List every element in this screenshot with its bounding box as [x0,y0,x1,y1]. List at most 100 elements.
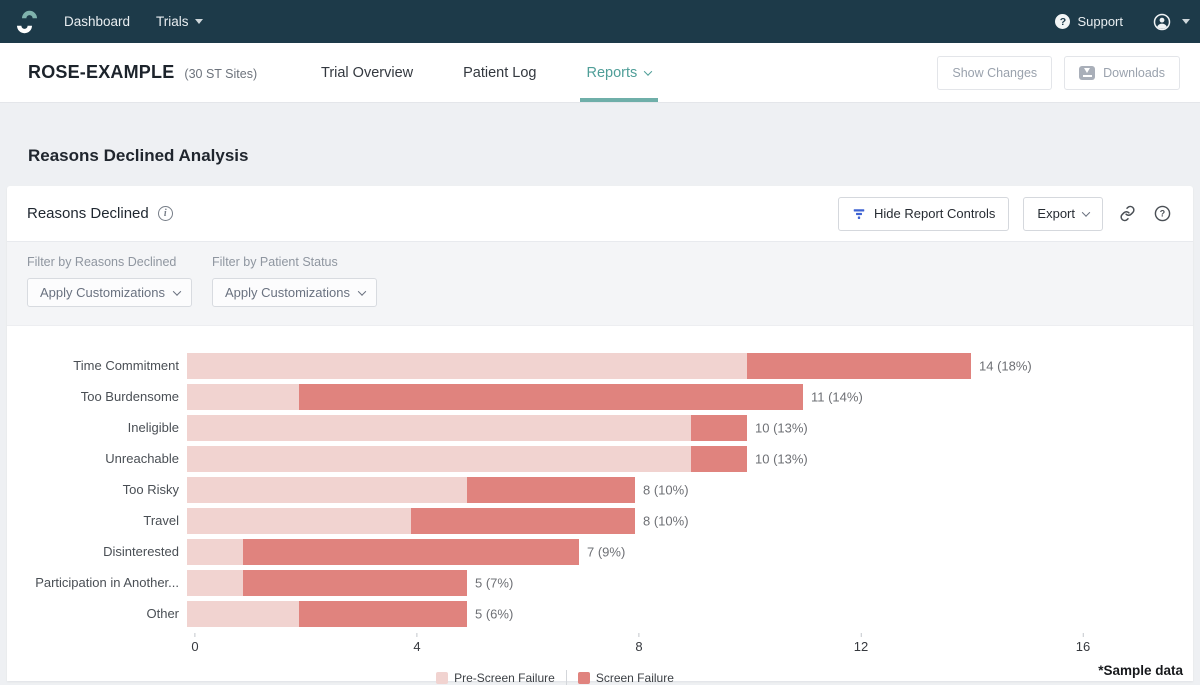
question-circle-icon: ? [1154,205,1171,222]
bar-segment-screen-failure[interactable] [243,539,579,565]
chart-row: Ineligible10 (13%) [27,412,1083,443]
nav-trials[interactable]: Trials [156,14,203,29]
tab-patient-log[interactable]: Patient Log [456,43,543,102]
page-title: Reasons Declined Analysis [28,146,1200,166]
legend-divider [566,670,567,685]
nav-support[interactable]: ? Support [1055,14,1123,29]
legend-swatch [578,672,590,684]
legend-label: Pre-Screen Failure [454,671,555,685]
chart-row: Unreachable 10 (13%) [27,443,1083,474]
tick-mark [194,633,195,637]
filter-label: Filter by Patient Status [212,255,377,269]
nav-dashboard-label: Dashboard [64,14,130,29]
bar-segment-pre-screen-failure[interactable] [187,570,243,596]
chart-legend: Pre-Screen Failure Screen Failure [27,670,1083,685]
caret-down-icon [195,19,203,24]
legend-swatch [436,672,448,684]
bar-track: 11 (14%) [187,384,1083,410]
tick-label: 12 [854,639,868,654]
hide-report-controls-button[interactable]: Hide Report Controls [838,197,1009,231]
category-label: Time Commitment [27,358,187,373]
show-changes-label: Show Changes [952,66,1037,80]
info-icon[interactable]: i [158,206,173,221]
bar-value-label: 5 (7%) [475,575,513,590]
bar-segment-pre-screen-failure[interactable] [187,415,691,441]
bar-segment-pre-screen-failure[interactable] [187,601,299,627]
tick-label: 8 [635,639,642,654]
bar-value-label: 10 (13%) [755,451,808,466]
chart-row: Other5 (6%) [27,598,1083,629]
category-label: Too Risky [27,482,187,497]
trial-title-block: ROSE-EXAMPLE (30 ST Sites) [28,62,286,83]
bar-track: 8 (10%) [187,477,1083,503]
bar-track: 14 (18%) [187,353,1083,379]
report-card-header: Reasons Declined i Hide Report Controls … [7,186,1193,241]
bar-segment-screen-failure[interactable] [747,353,971,379]
copy-link-button[interactable] [1117,203,1138,224]
bar-track: 7 (9%) [187,539,1083,565]
trial-header: ROSE-EXAMPLE (30 ST Sites) Trial Overvie… [0,43,1200,103]
reasons-declined-dropdown[interactable]: Apply Customizations [27,278,192,307]
category-label: Unreachable [27,451,187,466]
bar-segment-pre-screen-failure[interactable] [187,353,747,379]
bar-value-label: 5 (6%) [475,606,513,621]
bar-segment-screen-failure[interactable] [299,601,467,627]
tab-reports[interactable]: Reports [580,43,659,102]
nav-dashboard[interactable]: Dashboard [64,14,130,29]
export-label: Export [1037,206,1075,221]
dropdown-value: Apply Customizations [40,285,165,300]
dropdown-value: Apply Customizations [225,285,350,300]
help-button[interactable]: ? [1152,203,1173,224]
bar-segment-pre-screen-failure[interactable] [187,539,243,565]
chevron-down-icon [1082,208,1090,216]
bar-track: 5 (7%) [187,570,1083,596]
tab-trial-overview[interactable]: Trial Overview [314,43,420,102]
bar-segment-pre-screen-failure[interactable] [187,508,411,534]
nav-trials-label: Trials [156,14,189,29]
tab-label: Patient Log [463,65,536,81]
bar-value-label: 8 (10%) [643,513,689,528]
tab-label: Trial Overview [321,65,413,81]
bar-segment-pre-screen-failure[interactable] [187,446,691,472]
legend-item-screen-failure[interactable]: Screen Failure [578,671,674,685]
bar-segment-screen-failure[interactable] [411,508,635,534]
show-changes-button[interactable]: Show Changes [937,56,1052,90]
bar-segment-screen-failure[interactable] [243,570,467,596]
sample-data-note: *Sample data [1098,663,1183,678]
top-navbar: Dashboard Trials ? Support [0,0,1200,43]
bar-value-label: 11 (14%) [811,389,863,404]
tick-mark [1083,633,1084,637]
link-icon [1119,205,1136,222]
category-label: Travel [27,513,187,528]
filter-patient-status: Filter by Patient Status Apply Customiza… [212,255,377,307]
tab-label: Reports [587,65,638,81]
app-logo-icon[interactable] [12,7,42,37]
avatar-icon [1153,13,1171,31]
chart-rows: Time Commitment14 (18%)Too Burdensome 11 … [27,350,1083,629]
user-menu[interactable] [1153,13,1190,31]
bar-segment-screen-failure[interactable] [299,384,803,410]
tick-label: 4 [413,639,420,654]
bar-segment-pre-screen-failure[interactable] [187,477,467,503]
x-axis-tick: 8 [635,633,642,654]
bar-segment-screen-failure[interactable] [691,415,747,441]
filter-reasons-declined: Filter by Reasons Declined Apply Customi… [27,255,192,307]
downloads-label: Downloads [1103,66,1165,80]
bar-value-label: 7 (9%) [587,544,625,559]
patient-status-dropdown[interactable]: Apply Customizations [212,278,377,307]
bar-segment-pre-screen-failure[interactable] [187,384,299,410]
bar-value-label: 8 (10%) [643,482,689,497]
bar-segment-screen-failure[interactable] [467,477,635,503]
downloads-button[interactable]: Downloads [1064,56,1180,90]
help-circle-icon: ? [1055,14,1070,29]
bar-track: 10 (13%) [187,446,1083,472]
category-label: Too Burdensome [27,389,187,404]
filter-funnel-icon [852,207,866,221]
trial-sites-count: (30 ST Sites) [184,67,257,81]
chevron-down-icon [358,287,366,295]
svg-text:?: ? [1160,209,1165,219]
export-button[interactable]: Export [1023,197,1103,231]
filter-label: Filter by Reasons Declined [27,255,192,269]
bar-segment-screen-failure[interactable] [691,446,747,472]
legend-item-pre-screen-failure[interactable]: Pre-Screen Failure [436,671,555,685]
